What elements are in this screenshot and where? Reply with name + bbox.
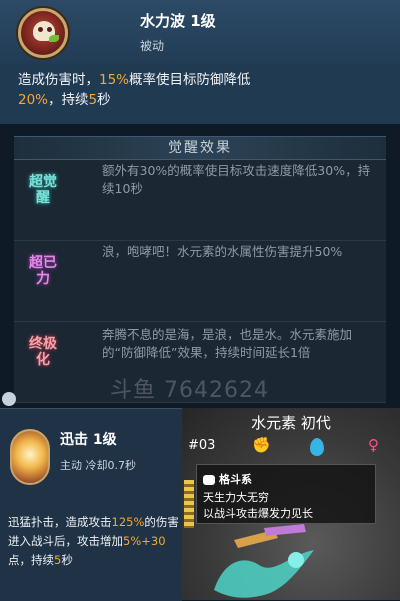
move-title: 迅击 1级 — [60, 432, 117, 448]
awaken-row-2: 超已力 浪，咆哮吧！水元素的水属性伤害提升50% — [14, 241, 386, 322]
awaken-badge-3: 终极化 — [29, 336, 57, 368]
trait-head: 格斗系 — [203, 471, 252, 487]
trait-box: 格斗系 天生力大无穷 以战斗攻击爆发力见长 — [196, 464, 376, 524]
awaken-header: 觉醒效果 — [14, 136, 386, 160]
back-arrow-icon[interactable] — [2, 392, 16, 406]
move-description: 迅猛扑击，造成攻击125%的伤害进入战斗后，攻击增加5%+30点，持续5秒 — [8, 515, 179, 567]
skill-description-text: 造成伤害时，15%概率使目标防御降低 20%，持续5秒 — [18, 72, 251, 108]
pokemon-number: #03 — [188, 438, 216, 453]
watermark: 斗鱼 7642624 — [110, 378, 269, 403]
skill-title: 水力波 1级 — [140, 12, 216, 30]
awaken-badge-2: 超已力 — [29, 255, 57, 287]
water-drop-icon — [310, 438, 324, 456]
trait-line-2: 以战斗攻击爆发力见长 — [203, 507, 313, 520]
progress-bar-icon — [184, 480, 194, 528]
burst-skill-icon[interactable] — [10, 429, 50, 485]
skill-description: 造成伤害时，15%概率使目标防御降低 20%，持续5秒 — [0, 64, 400, 124]
female-icon: ♀ — [368, 436, 379, 454]
awaken-text-3: 奔腾不息的是海，是浪，也是水。水元素施加的“防御降低”效果，持续时间延长1倍 — [102, 327, 353, 360]
skull-skill-icon[interactable] — [18, 8, 68, 58]
awaken-row-1: 超觉醒 额外有30%的概率使目标攻击速度降低30%，持续10秒 — [14, 160, 386, 241]
awaken-text-2: 浪，咆哮吧！水元素的水属性伤害提升50% — [102, 244, 343, 259]
awaken-text-1: 额外有30%的概率使目标攻击速度降低30%，持续10秒 — [102, 163, 371, 196]
pokemon-card: 水元素 初代 #03 ✊ ♀ 格斗系 天生力大无穷 以战斗攻击爆发力见长 — [182, 408, 400, 600]
skill-header: 水力波 1级 被动 — [0, 0, 400, 64]
pokemon-title: 水元素 初代 — [251, 414, 331, 432]
water-elemental-sprite — [214, 524, 314, 598]
move-sub: 主动 冷却0.7秒 — [60, 459, 136, 472]
trait-line-1: 天生力大无穷 — [203, 491, 269, 504]
move-card: 迅击 1级 主动 冷却0.7秒 迅猛扑击，造成攻击125%的伤害进入战斗后，攻击… — [0, 408, 182, 601]
fist-type-icon: ✊ — [252, 436, 271, 454]
awaken-badge-1: 超觉醒 — [29, 174, 57, 206]
skill-type: 被动 — [140, 39, 165, 53]
